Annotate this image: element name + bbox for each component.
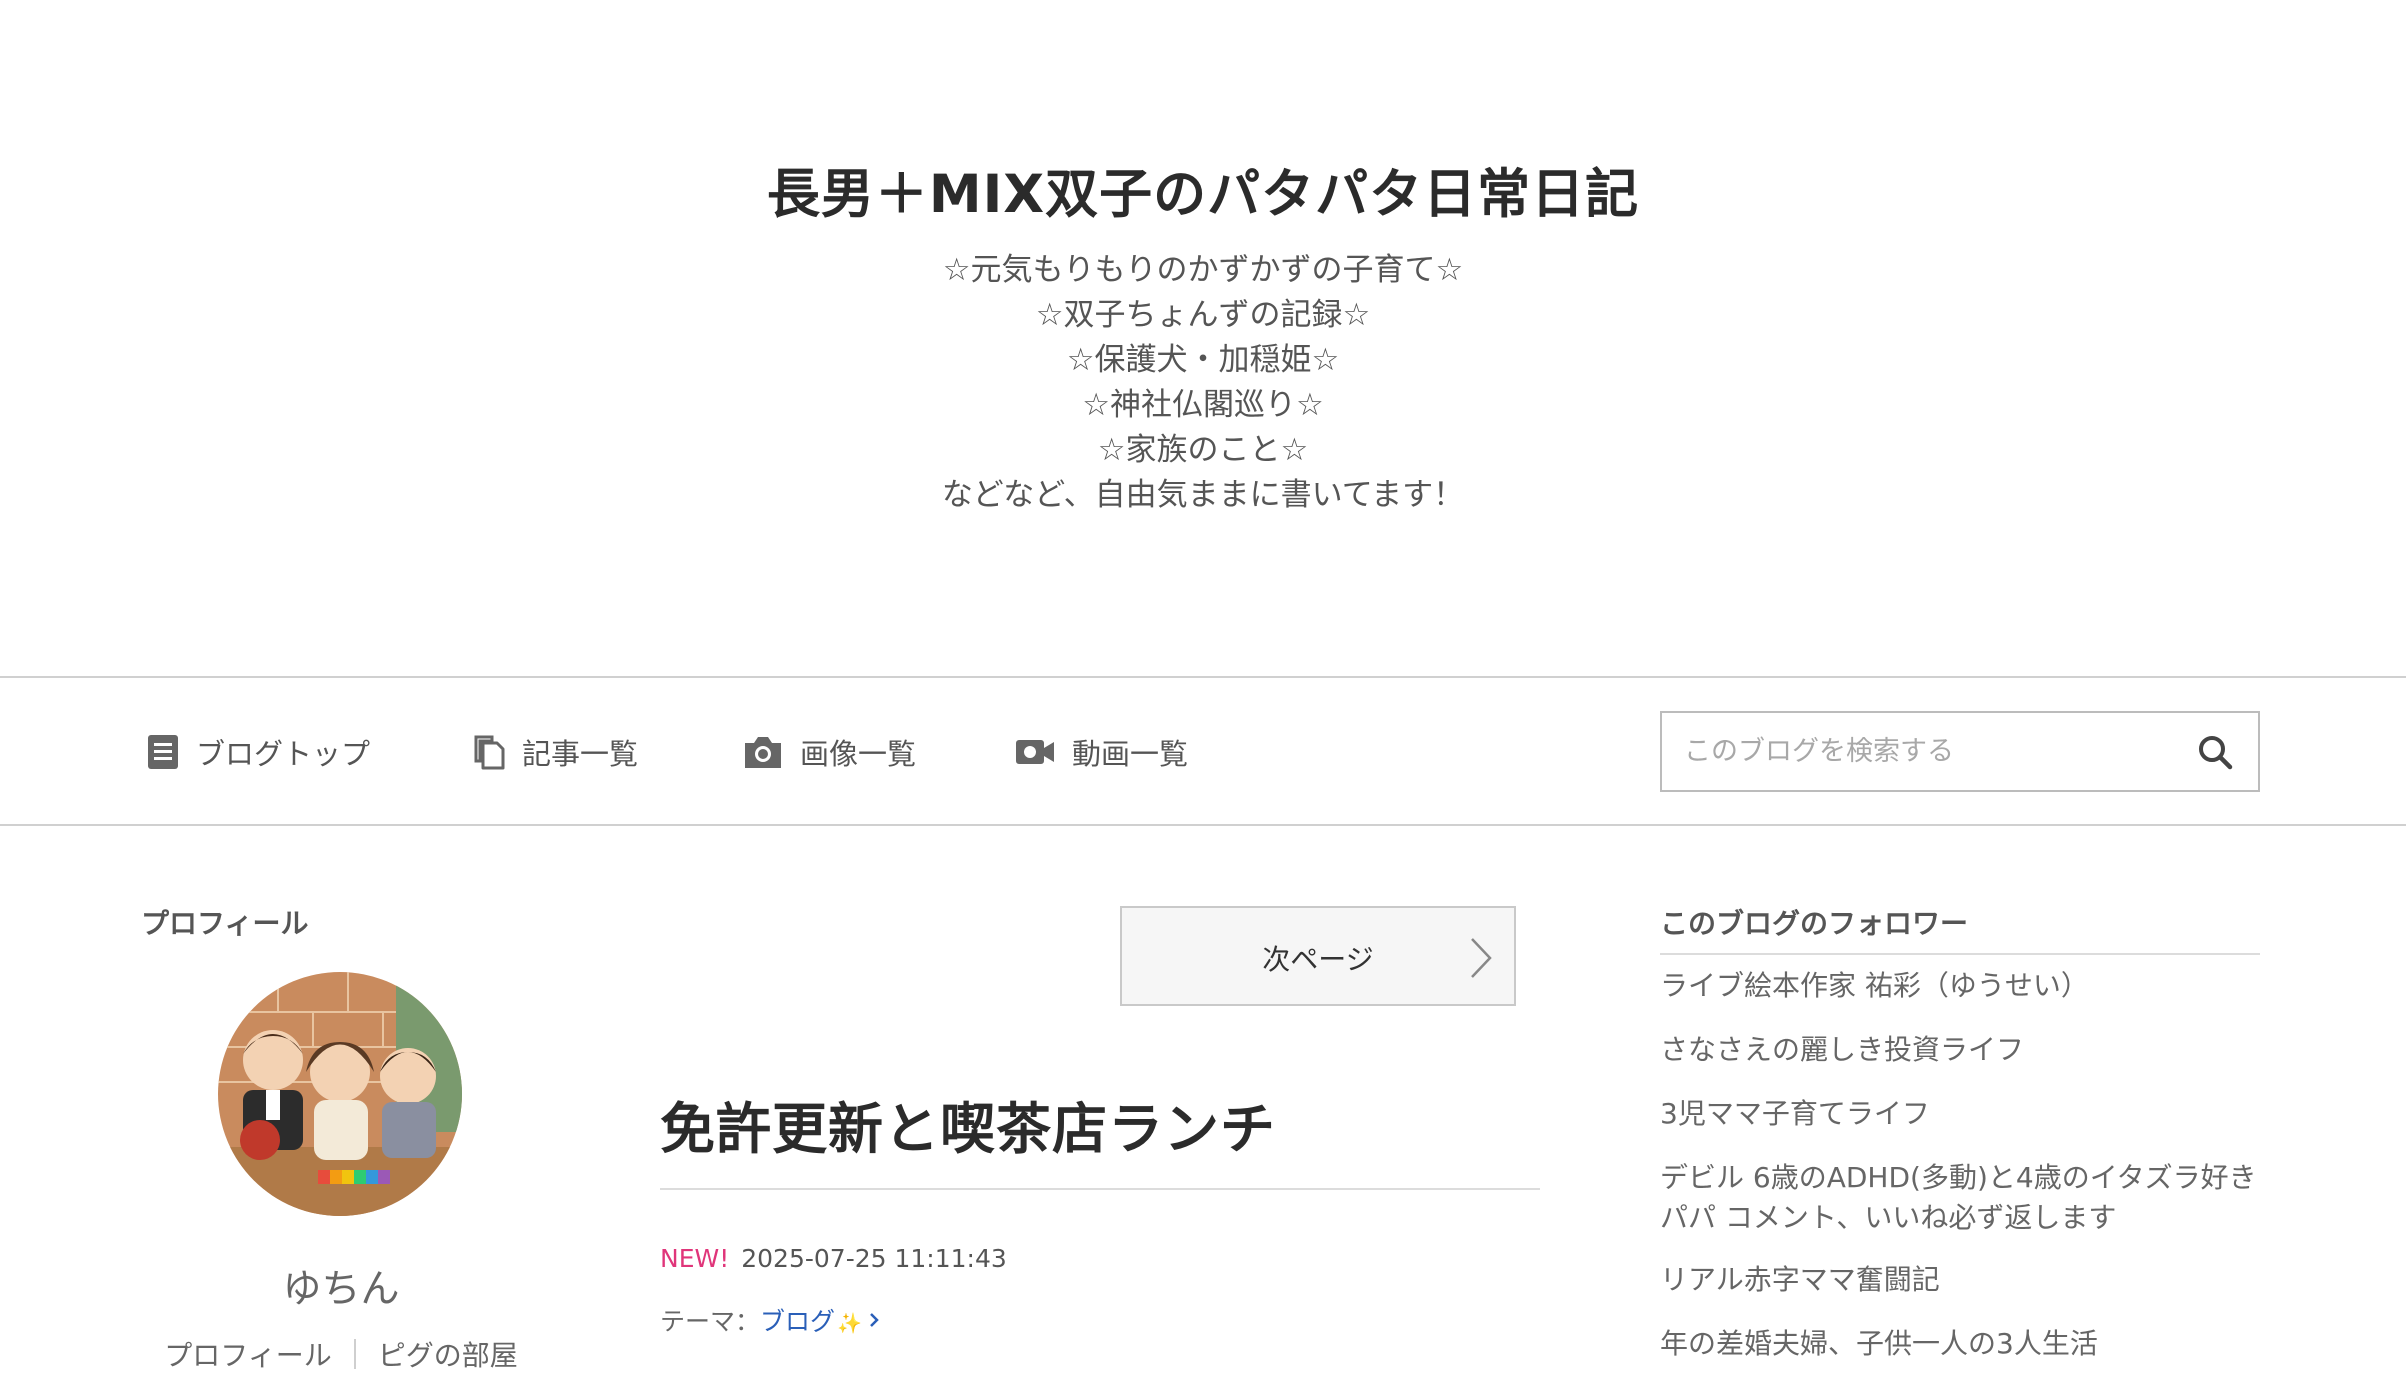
description-line: ☆元気もりもりのかずかずの子育て☆ [942, 252, 1464, 288]
article-theme: テーマ： ブログ ✨ [660, 1302, 880, 1338]
profile-links: プロフィール ピグの部屋 [141, 1334, 541, 1374]
blog-page: 長男＋MIX双子のパタパタ日常日記 ☆元気もりもりのかずかずの子育て☆ ☆双子ち… [0, 0, 2406, 1384]
sparkle-emoji: ✨ [837, 1311, 862, 1335]
search-input[interactable] [1662, 713, 2182, 790]
description-line: ☆保護犬・加穏姫☆ [1066, 342, 1340, 378]
article-meta: NEW! 2025-07-25 11:11:43 [660, 1244, 1007, 1273]
nav-label: 動画一覧 [1072, 737, 1189, 771]
theme-label: ブログ [760, 1307, 836, 1336]
link-divider [353, 1339, 356, 1369]
camera-icon [742, 734, 784, 770]
blog-title[interactable]: 長男＋MIX双子のパタパタ日常日記 [0, 152, 2406, 228]
theme-link[interactable]: ブログ ✨ [760, 1302, 862, 1338]
profile-name[interactable]: ゆちん [141, 1258, 541, 1314]
nav-image-list[interactable]: 画像一覧 [742, 728, 916, 776]
next-page-button[interactable]: 次ページ [1120, 906, 1516, 1006]
follower-link[interactable]: 年の差婚夫婦、子供一人の3人生活 [1660, 1324, 2260, 1364]
follower-link[interactable]: さなさえの麗しき投資ライフ [1660, 1030, 2260, 1070]
blog-description: ☆元気もりもりのかずかずの子育て☆ ☆双子ちょんずの記録☆ ☆保護犬・加穏姫☆ … [0, 248, 2406, 518]
description-line: などなど、自由気ままに書いてます！ [941, 477, 1465, 513]
pigg-room-link[interactable]: ピグの部屋 [378, 1334, 518, 1374]
follower-link[interactable]: ライブ絵本作家 祐彩（ゆうせい） [1660, 966, 2260, 1006]
nav-video-list[interactable]: 動画一覧 [1014, 728, 1188, 776]
nav-label: 画像一覧 [800, 737, 917, 771]
profile-link[interactable]: プロフィール [164, 1334, 331, 1374]
search-icon[interactable] [2196, 733, 2234, 771]
new-badge: NEW! [660, 1244, 730, 1273]
blog-search-box [1660, 711, 2260, 792]
chevron-right-icon[interactable] [868, 1306, 880, 1335]
article-date: 2025-07-25 11:11:43 [741, 1244, 1007, 1273]
theme-prefix: テーマ： [660, 1307, 761, 1336]
follower-link[interactable]: デビル 6歳のADHD(多動)と4歳のイタズラ好きパパ コメント、いいね必ず返し… [1660, 1158, 2260, 1238]
followers-divider [1660, 953, 2260, 955]
blog-header: 長男＋MIX双子のパタパタ日常日記 ☆元気もりもりのかずかずの子育て☆ ☆双子ち… [0, 0, 2406, 676]
description-line: ☆神社仏閣巡り☆ [1082, 387, 1324, 423]
nav-article-list[interactable]: 記事一覧 [472, 728, 638, 776]
description-line: ☆家族のこと☆ [1097, 432, 1309, 468]
avatar[interactable] [218, 972, 462, 1216]
video-icon [1014, 736, 1056, 768]
followers-heading: このブログのフォロワー [1660, 907, 1969, 940]
title-divider [660, 1188, 1540, 1190]
blog-nav-bar: ブログトップ 記事一覧 画像一覧 動画一覧 このブログを検索する [0, 676, 2406, 826]
description-line: ☆双子ちょんずの記録☆ [1035, 297, 1371, 333]
nav-blog-top[interactable]: ブログトップ [146, 728, 370, 776]
nav-label: 記事一覧 [522, 737, 639, 771]
nav-label: ブログトップ [196, 737, 371, 771]
follower-link[interactable]: リアル赤字ママ奮闘記 [1660, 1260, 2260, 1300]
copy-icon [472, 733, 506, 771]
next-page-label: 次ページ [1262, 943, 1374, 976]
profile-heading: プロフィール [141, 907, 309, 940]
document-icon [146, 733, 180, 771]
article-title[interactable]: 免許更新と喫茶店ランチ [660, 1084, 1276, 1164]
follower-link[interactable]: 3児ママ子育てライフ [1660, 1094, 2260, 1134]
